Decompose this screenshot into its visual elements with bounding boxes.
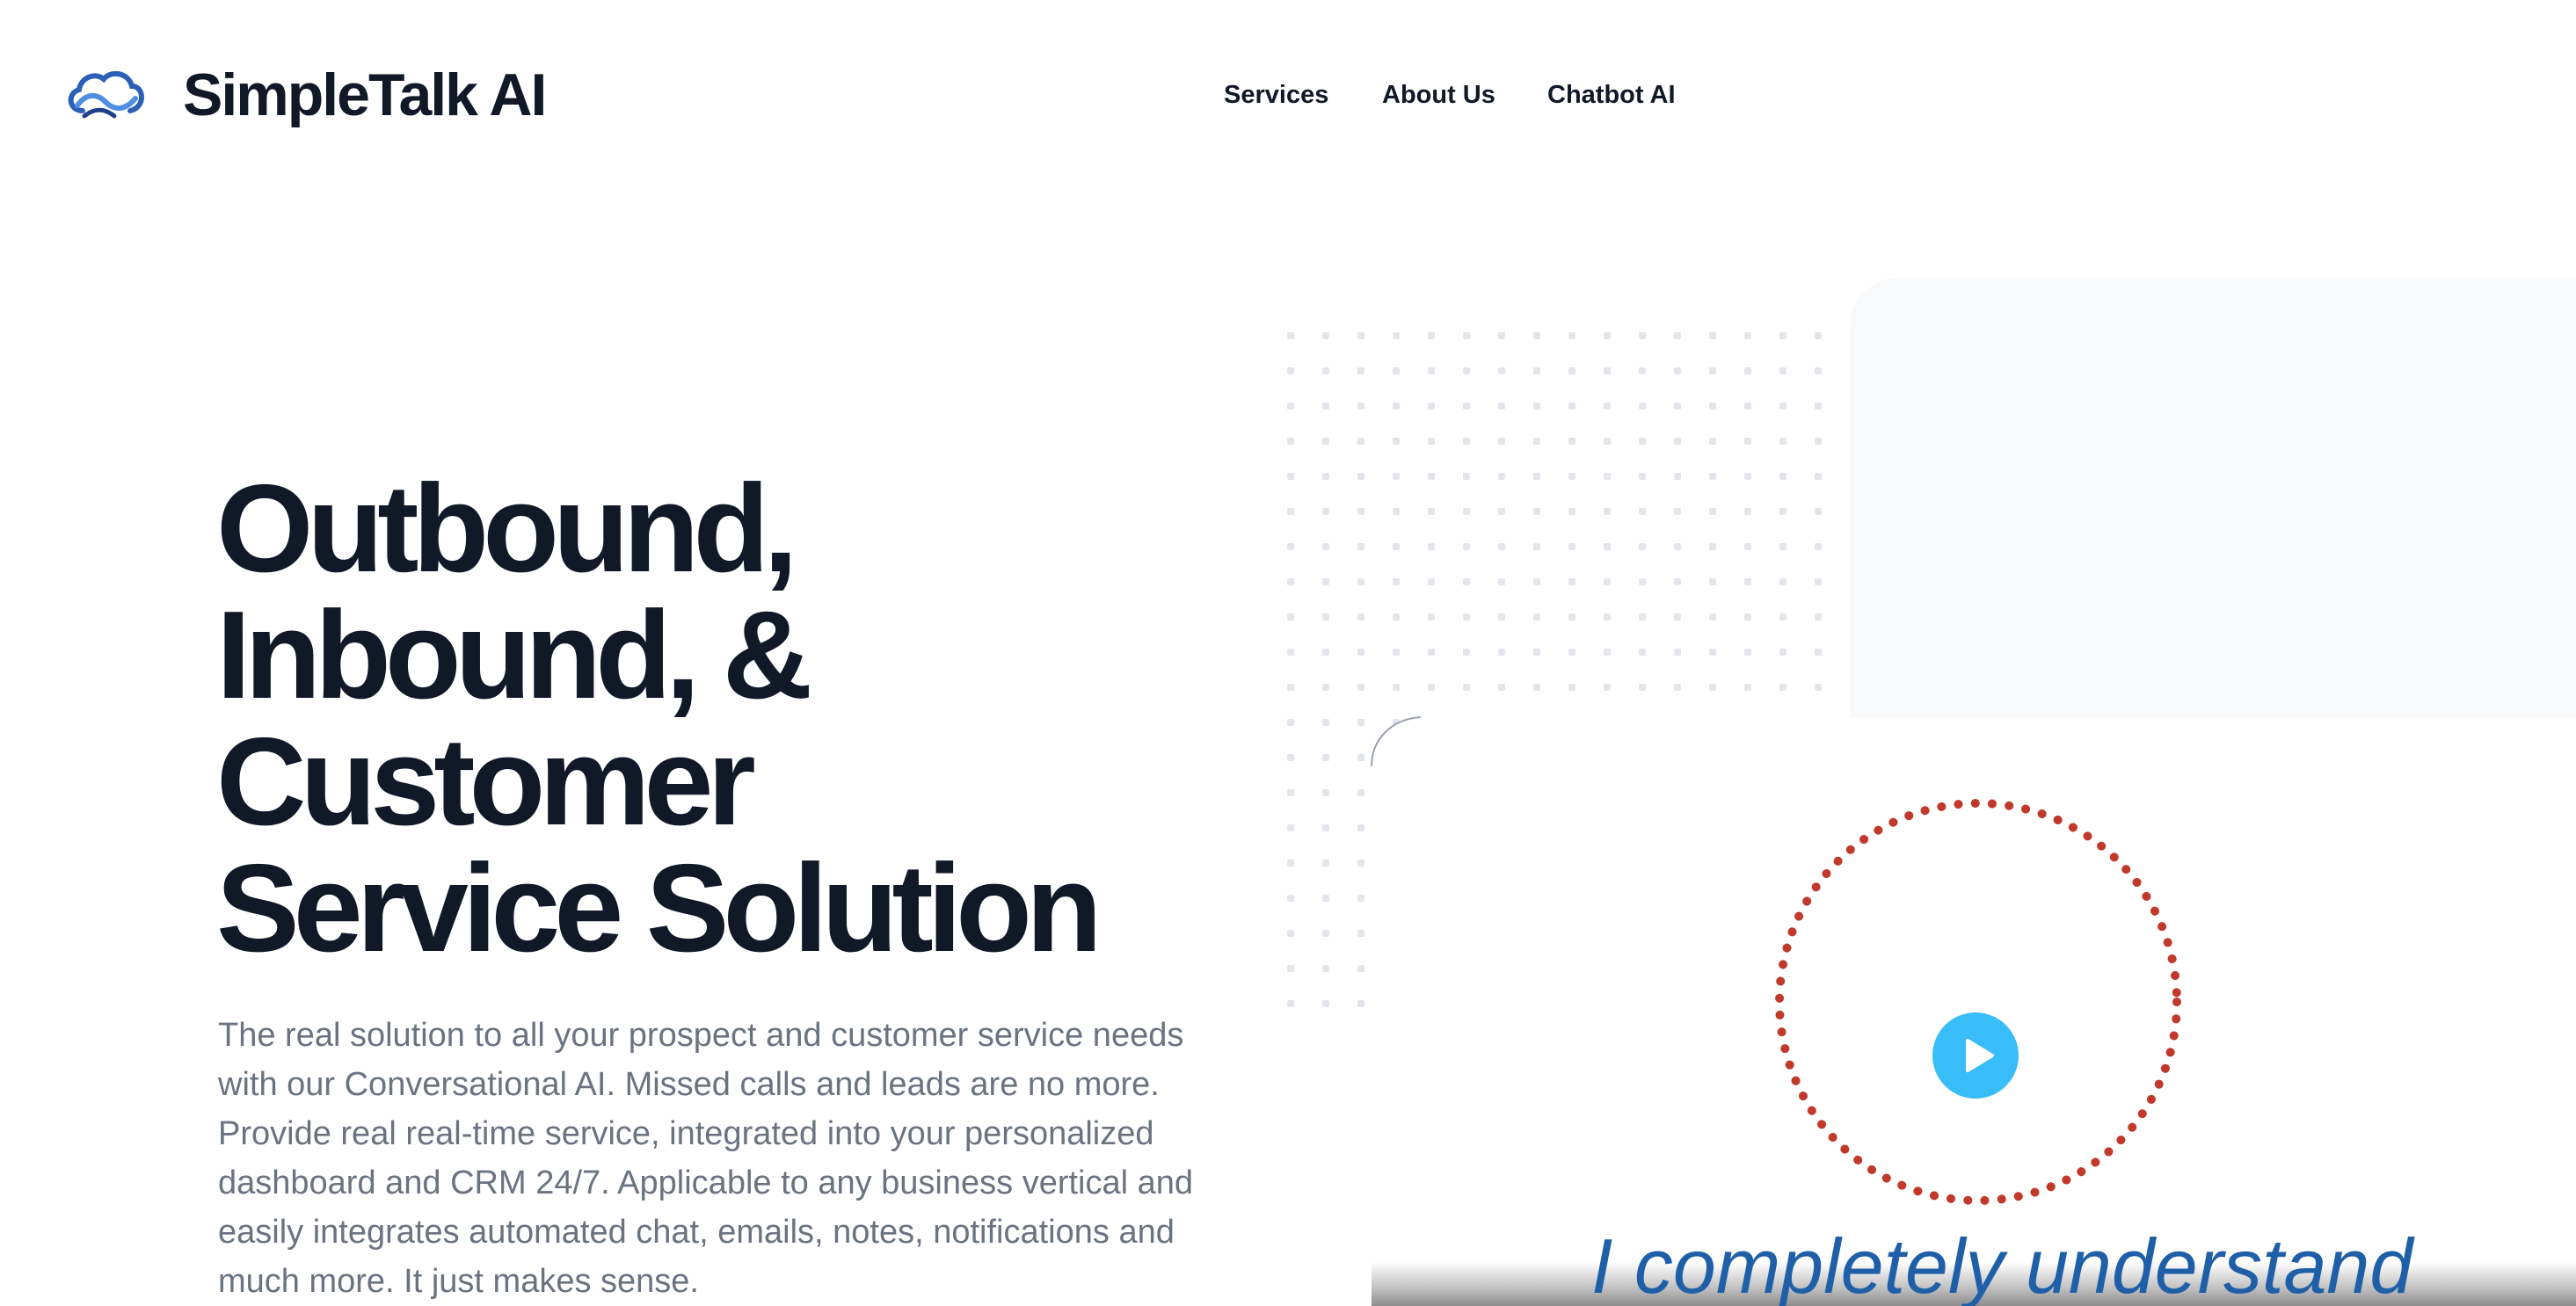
nav-link-about-us[interactable]: About Us [1382,77,1495,112]
nav-link-services[interactable]: Services [1224,77,1328,112]
page: SimpleTalk AI Services About Us Chatbot … [0,0,2576,1306]
brand-name[interactable]: SimpleTalk AI [183,60,547,130]
video-caption-text: I completely understand [1591,1223,2413,1306]
hero-title-line: Customer [216,712,756,852]
cloud-wave-icon[interactable] [65,67,146,125]
hero-title-line: Outbound, [216,459,798,599]
background-panel [1850,278,2576,717]
hero-title-line: Service Solution [216,838,1102,978]
nav-link-chatbot-ai[interactable]: Chatbot AI [1547,77,1676,112]
dotted-ring-icon [1775,799,2181,1205]
play-button[interactable] [1932,1012,2019,1099]
hero-title: Outbound, Inbound, & Customer Service So… [216,466,1271,972]
hero-description: The real solution to all your prospect a… [218,1017,1194,1300]
play-icon [1966,1039,1994,1072]
card-corner-arc [1371,716,1422,767]
hero-title-line: Inbound, & [216,585,812,725]
